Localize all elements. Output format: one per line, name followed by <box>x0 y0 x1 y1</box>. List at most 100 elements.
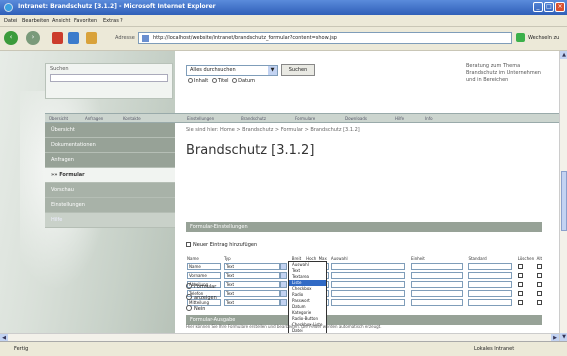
type-select[interactable]: Text <box>223 281 280 288</box>
go-arrow-icon[interactable] <box>516 33 525 42</box>
delete-checkbox[interactable] <box>517 263 523 269</box>
delete-checkbox[interactable] <box>517 281 523 287</box>
forward-button[interactable]: › <box>26 31 40 45</box>
radio-icon[interactable] <box>186 305 192 311</box>
new-entry-checkbox[interactable]: Neuer Eintrag hinzufügen <box>186 242 257 248</box>
output-option[interactable]: Formular <box>186 283 217 294</box>
scroll-up-icon[interactable]: ▲ <box>560 51 567 59</box>
name-input[interactable]: Vorname <box>187 272 221 279</box>
delete-checkbox[interactable] <box>517 290 523 296</box>
alt-checkbox[interactable] <box>536 290 542 296</box>
scroll-thumb[interactable] <box>561 171 567 231</box>
go-button[interactable]: Wechseln zu <box>528 35 559 41</box>
refresh-icon[interactable] <box>68 32 79 44</box>
search-scope-select[interactable]: Alles durchsuchen ▼ <box>186 65 278 76</box>
tab-uebersicht[interactable]: Übersicht <box>49 116 68 121</box>
chevron-down-icon[interactable] <box>279 299 287 306</box>
sidebar-item[interactable]: Hilfe <box>45 213 175 228</box>
tab-kontakte[interactable]: Kontakte <box>123 116 141 121</box>
output-option[interactable]: anzeigen <box>186 294 217 305</box>
default-input[interactable] <box>468 263 513 270</box>
unit-input[interactable] <box>410 281 463 288</box>
choice-input[interactable] <box>330 272 405 279</box>
radio-icon[interactable] <box>186 283 192 289</box>
tab-downloads[interactable]: Downloads <box>345 116 367 121</box>
tab-einstellungen[interactable]: Einstellungen <box>187 116 214 121</box>
type-select[interactable]: Text <box>223 263 280 270</box>
unit-input[interactable] <box>410 263 463 270</box>
radio-datum[interactable] <box>232 78 238 83</box>
sidebar-item[interactable]: Einstellungen <box>45 198 175 213</box>
tab-info[interactable]: Info <box>425 116 433 121</box>
default-input[interactable] <box>468 281 513 288</box>
vertical-scrollbar[interactable]: ▲ ▼ <box>559 51 567 341</box>
chevron-down-icon[interactable] <box>279 272 287 279</box>
sidebar-item[interactable]: Übersicht <box>45 123 175 138</box>
unit-input[interactable] <box>410 299 463 306</box>
close-button[interactable]: × <box>555 2 565 12</box>
chevron-down-icon[interactable] <box>279 263 287 270</box>
horizontal-scrollbar[interactable]: ◀ ▶ <box>0 333 559 342</box>
menu-file[interactable]: Datei <box>4 18 17 24</box>
default-input[interactable] <box>468 272 513 279</box>
radio-titel-label: Titel <box>217 78 229 84</box>
default-input[interactable] <box>468 290 513 297</box>
stop-icon[interactable] <box>52 32 63 44</box>
radio-icon[interactable] <box>186 294 192 300</box>
table-row: AbteilungText20150 <box>186 280 548 289</box>
tab-brandschutz[interactable]: Brandschutz <box>241 116 266 121</box>
minimize-button[interactable]: _ <box>533 2 543 12</box>
type-select[interactable]: Text <box>223 272 280 279</box>
menu-tools[interactable]: Extras <box>103 18 119 24</box>
output-option-label: anzeigen <box>194 295 217 301</box>
menu-help[interactable]: ? <box>120 18 123 24</box>
alt-checkbox[interactable] <box>536 281 542 287</box>
radio-titel[interactable] <box>211 78 217 83</box>
status-bar: Fertig Lokales Intranet <box>0 341 567 356</box>
output-option[interactable]: Nein <box>186 305 217 316</box>
login-input[interactable] <box>50 74 168 82</box>
back-button[interactable]: ‹ <box>4 31 18 45</box>
chevron-down-icon[interactable] <box>279 281 287 288</box>
choice-input[interactable] <box>330 281 405 288</box>
checkbox-icon[interactable] <box>186 242 191 247</box>
default-input[interactable] <box>468 299 513 306</box>
delete-checkbox[interactable] <box>517 272 523 278</box>
menu-view[interactable]: Ansicht <box>52 18 70 24</box>
unit-input[interactable] <box>410 290 463 297</box>
alt-checkbox[interactable] <box>536 263 542 269</box>
form-fields-table: Name Typ Breit Hoch Max Auswahl Einheit … <box>186 255 548 307</box>
col-auswahl: Auswahl <box>330 256 348 261</box>
choice-input[interactable] <box>330 290 405 297</box>
tab-formulare[interactable]: Formulare <box>295 116 315 121</box>
type-select[interactable]: Text <box>223 299 280 306</box>
sidebar-item[interactable]: Dokumentationen <box>45 138 175 153</box>
tab-anfragen[interactable]: Anfragen <box>85 116 103 121</box>
nav-toolbar: ‹ › Adresse http://localhost/website/int… <box>0 27 567 51</box>
tab-hilfe[interactable]: Hilfe <box>395 116 404 121</box>
chevron-down-icon[interactable] <box>279 290 287 297</box>
radio-inhalt[interactable] <box>188 78 193 83</box>
alt-checkbox[interactable] <box>536 272 542 278</box>
search-button[interactable]: Suchen <box>281 64 315 76</box>
col-loeschen: Löschen <box>517 256 535 261</box>
maximize-button[interactable]: □ <box>544 2 554 12</box>
choice-input[interactable] <box>330 299 405 306</box>
zone-indicator: Lokales Intranet <box>474 346 515 352</box>
type-dropdown-list[interactable]: Auswahl Text Textarea Liste Checkbox Radio Pas… <box>288 261 327 341</box>
menu-edit[interactable]: Bearbeiten <box>22 18 49 24</box>
sidebar-item[interactable]: Anfragen <box>45 153 175 168</box>
alt-checkbox[interactable] <box>536 299 542 305</box>
unit-input[interactable] <box>410 272 463 279</box>
menu-favorites[interactable]: Favoriten <box>74 18 97 24</box>
sidebar-item-active[interactable]: »» Formular <box>45 168 175 183</box>
sidebar-item[interactable]: Vorschau <box>45 183 175 198</box>
home-icon[interactable] <box>86 32 97 44</box>
delete-checkbox[interactable] <box>517 299 523 305</box>
scroll-down-icon[interactable]: ▼ <box>560 333 567 341</box>
address-input[interactable]: http://localhost/website/intranet/brands… <box>138 32 512 44</box>
choice-input[interactable] <box>330 263 405 270</box>
name-input[interactable]: Name <box>187 263 221 270</box>
type-select[interactable]: Text <box>223 290 280 297</box>
table-row: NameText20150 <box>186 262 548 271</box>
